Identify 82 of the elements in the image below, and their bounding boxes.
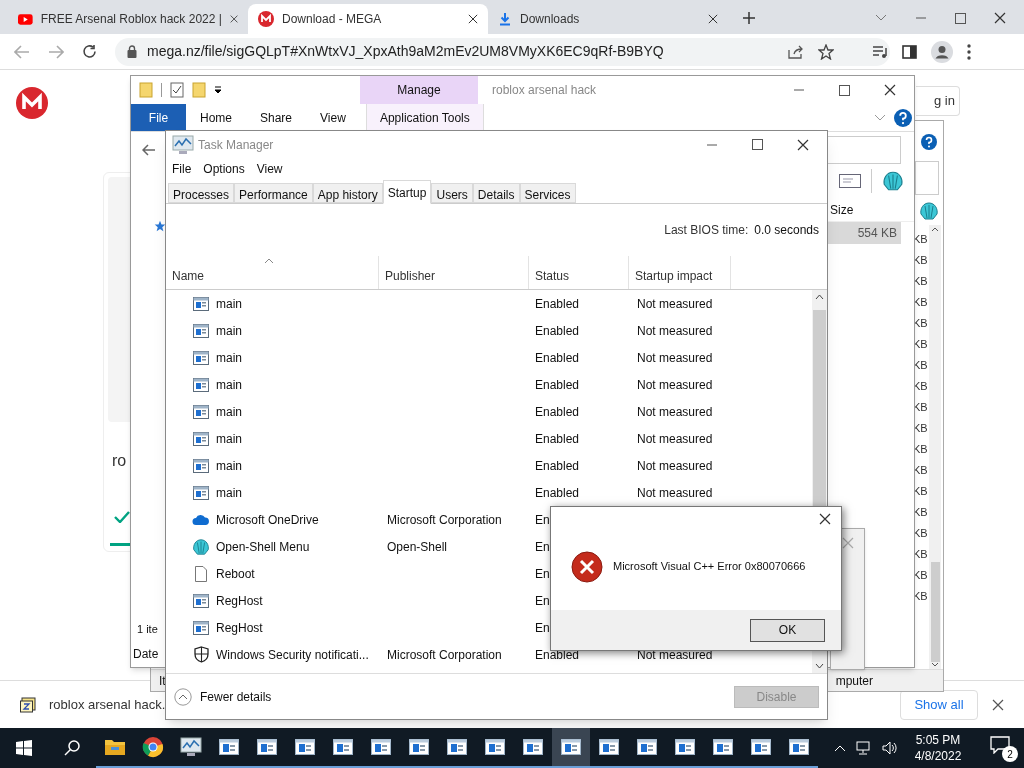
impact-cell: Not measured <box>637 377 713 392</box>
status-cell: Enabled <box>535 296 580 311</box>
app-name[interactable]: main <box>216 456 242 475</box>
column-header: Date <box>132 646 160 663</box>
file-name: ro <box>112 451 127 471</box>
app-name[interactable]: Reboot <box>216 564 255 583</box>
bios-time-label: Last BIOS time: <box>664 222 749 239</box>
status-cell: En <box>535 593 550 608</box>
ribbon-tab[interactable]: Share <box>246 104 307 131</box>
menu-item[interactable]: View <box>256 160 283 178</box>
contextual-tab-header: Manage <box>360 76 478 104</box>
status-cell: En <box>535 566 550 581</box>
publisher-cell: Open-Shell <box>387 539 448 554</box>
status-cell: Enabled <box>535 404 580 419</box>
menu-item[interactable]: File <box>172 160 192 178</box>
app-name[interactable]: main <box>216 294 242 313</box>
app-name[interactable]: Windows Security notificati... <box>216 645 369 664</box>
column-header[interactable]: Status <box>529 256 629 289</box>
window-title: roblox arsenal hack <box>492 82 598 99</box>
ok-button[interactable]: OK <box>750 618 825 642</box>
tab-title: Downloads <box>520 11 581 28</box>
column-header[interactable]: Startup impact <box>629 256 731 289</box>
column-header[interactable]: Name <box>166 256 379 289</box>
app-name[interactable]: RegHost <box>216 591 263 610</box>
column-header[interactable]: Publisher <box>379 256 529 289</box>
publisher-cell: Microsoft Corporation <box>387 647 502 662</box>
app-name[interactable]: main <box>216 321 242 340</box>
tab[interactable]: Processes <box>168 183 235 203</box>
address-bar[interactable]: mega.nz/file/sigGQLpT#XnWtxVJ_XpxAth9aM2mEv2UM8VMyXK6EC9qRf-B9BYQ <box>115 37 890 66</box>
bios-time-value: 0.0 seconds <box>754 222 819 239</box>
status-cell: En <box>535 539 550 554</box>
notification-badge: 2 <box>1002 746 1018 762</box>
status-cell: Enabled <box>535 350 580 365</box>
tab[interactable]: Users <box>431 183 473 203</box>
status-cell: En <box>535 512 550 527</box>
status-cell: Enabled <box>535 647 580 662</box>
status-cell: Enabled <box>535 377 580 392</box>
ribbon-tab[interactable]: Home <box>186 104 246 131</box>
status-cell: En <box>535 620 550 635</box>
app-name[interactable]: main <box>216 375 242 394</box>
app-name[interactable]: main <box>216 429 242 448</box>
app-name[interactable]: main <box>216 348 242 367</box>
tab[interactable]: App history <box>312 183 383 203</box>
status-cell: Enabled <box>535 485 580 500</box>
app-name[interactable]: RegHost <box>216 618 263 637</box>
browser-tab[interactable]: Download - MEGA <box>248 4 488 34</box>
impact-cell: Not measured <box>637 323 713 338</box>
tab-title: FREE Arsenal Roblox hack 2022 | <box>40 11 222 28</box>
status-cell: Enabled <box>535 458 580 473</box>
app-name[interactable]: main <box>216 402 242 421</box>
tab[interactable]: Details <box>472 183 520 203</box>
status-text: It <box>159 672 166 690</box>
impact-cell: Not measured <box>637 404 713 419</box>
publisher-cell: Microsoft Corporation <box>387 512 502 527</box>
download-file-name[interactable]: roblox arsenal hack. <box>49 694 166 715</box>
ribbon-tab[interactable]: File <box>131 104 186 131</box>
ribbon-tab[interactable]: Application Tools <box>365 104 484 131</box>
status-cell: Enabled <box>535 323 580 338</box>
login-button[interactable]: g in <box>916 86 960 116</box>
impact-cell: Not measured <box>637 350 713 365</box>
fewer-details-link[interactable]: Fewer details <box>200 687 272 706</box>
app-name[interactable]: Microsoft OneDrive <box>216 510 319 529</box>
impact-cell: Not measured <box>637 485 713 500</box>
tab[interactable]: Services <box>519 183 576 203</box>
url-text: mega.nz/file/sigGQLpT#XnWtxVJ_XpxAth9aM2mEv2UM8VMyXK6EC9qRf-B9BYQ <box>147 42 664 61</box>
error-message: Microsoft Visual C++ Error 0x80070666 <box>613 559 806 575</box>
status-text: 1 ite <box>136 621 159 637</box>
clock[interactable]: 5:05 PM 4/8/2022 <box>908 732 968 764</box>
tab[interactable]: Performance <box>234 183 313 203</box>
status-text: mputer <box>835 672 873 690</box>
window-title: Task Manager <box>198 136 274 154</box>
impact-cell: Not measured <box>637 296 713 311</box>
app-name[interactable]: Open-Shell Menu <box>216 537 310 556</box>
file-size-cell[interactable]: 554 KB <box>827 222 901 244</box>
status-cell: Enabled <box>535 431 580 446</box>
tab-title: Download - MEGA <box>282 11 383 28</box>
menu-item[interactable]: Options <box>203 160 245 178</box>
impact-cell: Not measured <box>637 431 713 446</box>
app-name[interactable]: main <box>216 483 242 502</box>
ribbon-tab[interactable]: View <box>306 104 360 131</box>
impact-cell: Not measured <box>637 458 713 473</box>
tab[interactable]: Startup <box>382 180 432 204</box>
